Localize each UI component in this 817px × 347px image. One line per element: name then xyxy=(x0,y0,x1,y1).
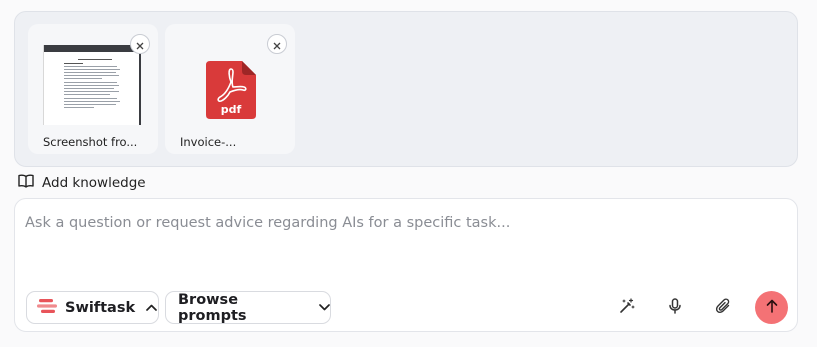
magic-wand-icon xyxy=(619,298,635,318)
chevron-up-icon xyxy=(146,304,157,311)
remove-attachment-button[interactable] xyxy=(130,34,150,54)
voice-input-button[interactable] xyxy=(664,297,686,319)
attachment-name: Invoice-... xyxy=(180,135,237,149)
paperclip-icon xyxy=(715,298,731,318)
close-icon xyxy=(273,35,281,54)
swiftask-logo-icon xyxy=(37,298,57,317)
remove-attachment-button[interactable] xyxy=(267,34,287,54)
chevron-down-icon xyxy=(319,304,330,311)
attachment-card[interactable]: Screenshot fro... xyxy=(28,24,158,154)
arrow-up-icon xyxy=(766,298,778,317)
message-composer: Swiftask Browse prompts xyxy=(14,198,798,332)
screenshot-thumbnail xyxy=(43,45,141,125)
microphone-icon xyxy=(668,298,682,318)
send-button[interactable] xyxy=(755,291,788,324)
add-knowledge-label: Add knowledge xyxy=(42,175,146,191)
attach-file-button[interactable] xyxy=(712,297,734,319)
prompt-input[interactable] xyxy=(25,215,765,231)
attachments-panel: Screenshot fro... pdf Invoice-... xyxy=(14,11,798,167)
enhance-prompt-button[interactable] xyxy=(616,297,638,319)
assistant-label: Swiftask xyxy=(65,299,136,316)
browse-prompts-button[interactable]: Browse prompts xyxy=(165,291,331,324)
attachment-card[interactable]: pdf Invoice-... xyxy=(165,24,295,154)
close-icon xyxy=(136,35,144,54)
book-icon xyxy=(18,174,34,192)
pdf-file-icon: pdf xyxy=(206,61,256,123)
pdf-badge-label: pdf xyxy=(221,103,242,116)
attachment-name: Screenshot fro... xyxy=(43,135,138,149)
add-knowledge-button[interactable]: Add knowledge xyxy=(18,174,146,192)
assistant-selector[interactable]: Swiftask xyxy=(26,291,159,324)
browse-prompts-label: Browse prompts xyxy=(178,291,247,324)
